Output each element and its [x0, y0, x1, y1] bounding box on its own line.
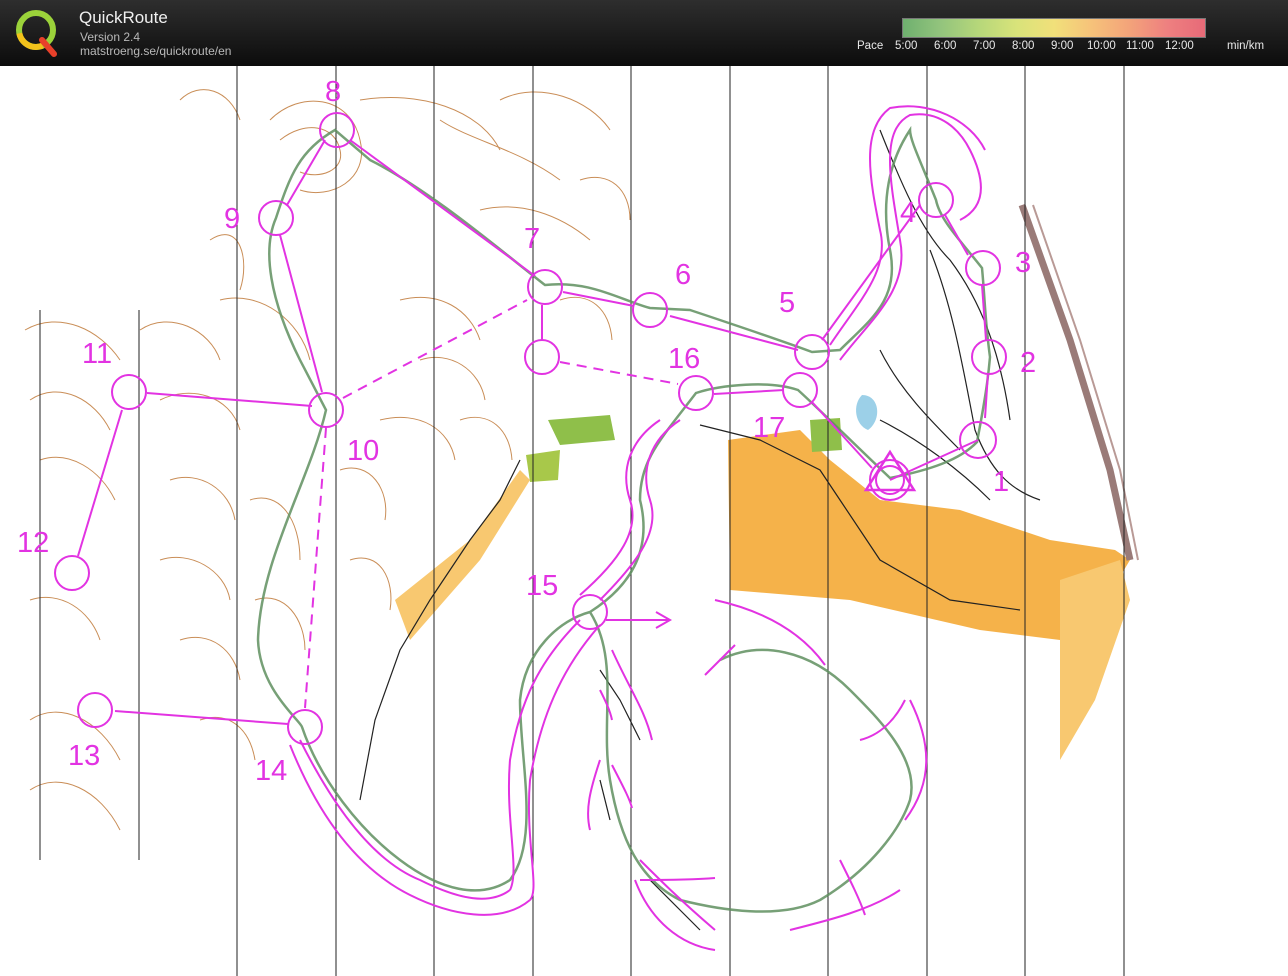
app-url[interactable]: matstroeng.se/quickroute/en — [80, 44, 231, 58]
pace-label: Pace — [857, 40, 884, 52]
pace-tick: 9:00 — [1051, 40, 1074, 52]
control-circle-13[interactable] — [77, 692, 113, 728]
control-number-15: 15 — [526, 570, 558, 602]
control-circle-17[interactable] — [782, 372, 818, 408]
vegetation-area — [526, 450, 560, 482]
vegetation-area — [548, 415, 615, 445]
control-circle-14[interactable] — [287, 709, 323, 745]
control-circle-extra — [524, 339, 560, 375]
control-number-9: 9 — [224, 203, 240, 235]
pace-tick: 5:00 — [895, 40, 918, 52]
pace-tick: 11:00 — [1126, 40, 1154, 52]
control-number-14: 14 — [255, 755, 287, 787]
quickroute-logo-icon — [16, 10, 57, 57]
control-circles — [54, 112, 1007, 745]
map-terrain — [395, 203, 1139, 760]
control-number-5: 5 — [779, 287, 795, 319]
control-number-6: 6 — [675, 259, 691, 291]
marked-route-legs — [304, 299, 679, 709]
control-number-4: 4 — [900, 197, 916, 229]
pace-color-scale — [902, 18, 1206, 38]
control-number-8: 8 — [325, 76, 341, 108]
pace-tick: 8:00 — [1012, 40, 1035, 52]
control-number-7: 7 — [524, 223, 540, 255]
app-title: QuickRoute — [79, 8, 168, 27]
pace-unit: min/km — [1227, 40, 1265, 52]
control-circle-12[interactable] — [54, 555, 90, 591]
vegetation-area — [810, 418, 842, 452]
pace-tick: 7:00 — [973, 40, 996, 52]
control-number-16: 16 — [668, 343, 700, 375]
app-version: Version 2.4 — [80, 30, 141, 44]
control-number-2: 2 — [1020, 347, 1036, 379]
railway — [1018, 203, 1134, 561]
control-number-11: 11 — [82, 338, 112, 370]
control-number-3: 3 — [1015, 247, 1031, 279]
open-land-area — [395, 470, 530, 640]
map-fragment-edges — [700, 590, 840, 630]
control-number-13: 13 — [68, 740, 100, 772]
control-number-10: 10 — [347, 435, 379, 467]
control-number-17: 17 — [753, 412, 785, 444]
pace-tick: 6:00 — [934, 40, 957, 52]
app-header: QuickRoute Version 2.4 matstroeng.se/qui… — [0, 0, 1288, 66]
control-number-12: 12 — [17, 527, 49, 559]
control-number-1: 1 — [993, 466, 1009, 498]
orienteering-map[interactable]: 1 2 3 4 5 6 7 8 9 10 11 12 13 14 15 16 1… — [0, 66, 1288, 976]
control-circle-11[interactable] — [111, 374, 147, 410]
pace-tick: 12:00 — [1165, 40, 1194, 52]
open-land-area — [1060, 560, 1130, 760]
water-area — [856, 395, 878, 430]
control-numbers: 1 2 3 4 5 6 7 8 9 10 11 12 13 14 15 16 1… — [17, 76, 1036, 787]
pace-tick: 10:00 — [1087, 40, 1116, 52]
control-circle-6[interactable] — [632, 292, 668, 328]
